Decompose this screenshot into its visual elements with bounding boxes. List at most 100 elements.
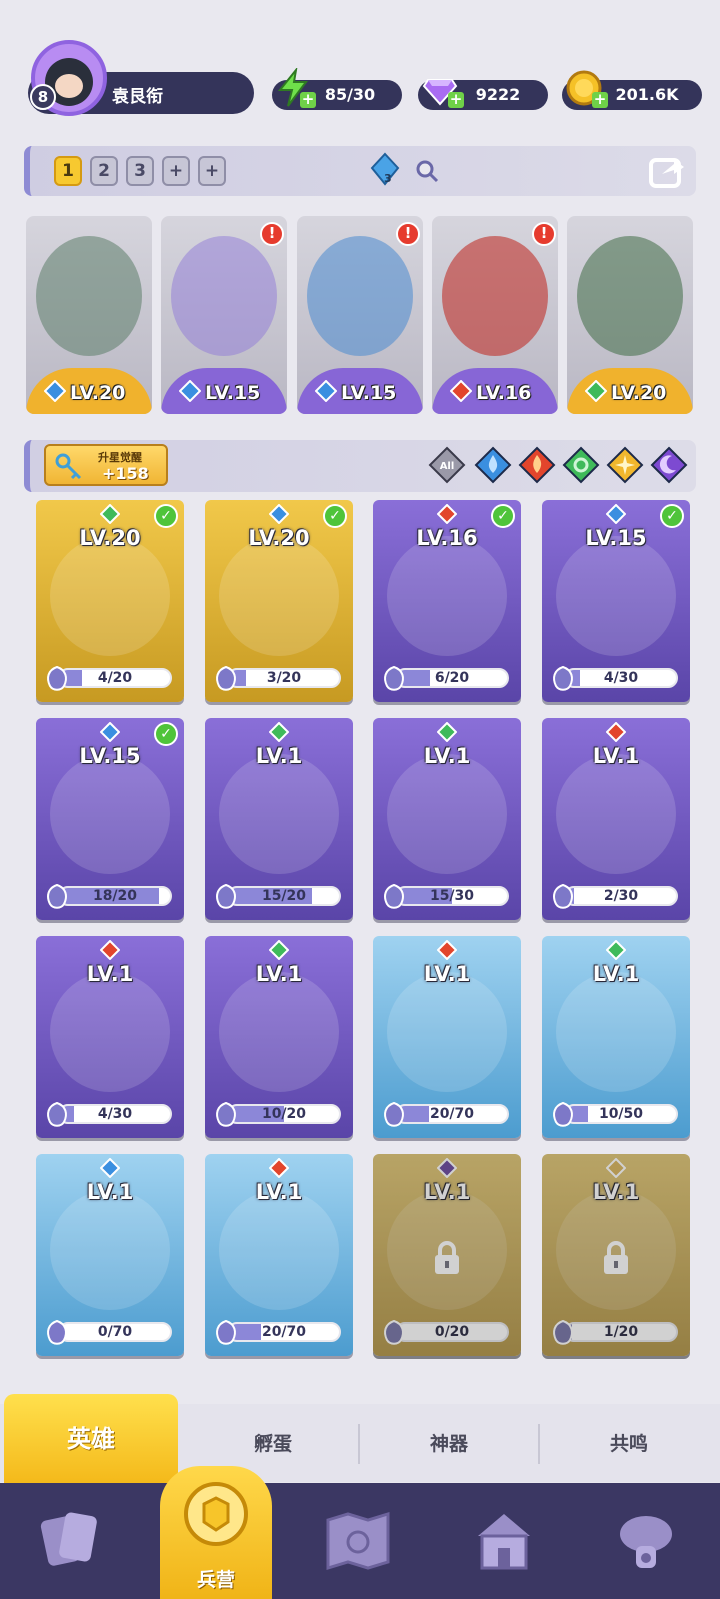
team-hero-card[interactable]: LV.16	[432, 216, 558, 414]
add-energy-button[interactable]: +	[300, 92, 316, 108]
tab-hatch[interactable]: 孵蛋	[186, 1420, 360, 1468]
hero-card[interactable]: LV.16 ✓ 6/20	[373, 500, 521, 702]
hero-portrait	[556, 972, 676, 1092]
soul-shard-icon	[47, 883, 67, 909]
key-icon	[55, 453, 82, 480]
hero-level: LV.20	[79, 526, 141, 550]
hero-portrait	[442, 236, 548, 356]
hero-level: LV.1	[423, 962, 471, 986]
nav-cards-icon[interactable]	[30, 1500, 110, 1580]
filter-all-button[interactable]: All	[428, 446, 466, 484]
add-gems-button[interactable]: +	[448, 92, 464, 108]
team-hero-card[interactable]: LV.20	[26, 216, 152, 414]
hero-card[interactable]: LV.1 4/30	[36, 936, 184, 1138]
soul-shard-icon	[216, 665, 236, 691]
hero-level: LV.1	[255, 744, 303, 768]
hero-card[interactable]: LV.15 ✓ 18/20	[36, 718, 184, 920]
star-up-button[interactable]: 升星觉醒 +158	[44, 444, 168, 486]
team-bar	[24, 146, 696, 196]
shard-progress-bar: 15/20	[227, 886, 341, 906]
filter-water-icon[interactable]	[474, 446, 512, 484]
team-tab-3[interactable]: 3	[126, 156, 154, 186]
wind-element-icon	[437, 722, 457, 742]
filter-wind-icon[interactable]	[562, 446, 600, 484]
team-hero-card[interactable]: LV.20	[567, 216, 693, 414]
hero-portrait	[36, 236, 142, 356]
tab-resonance[interactable]: 共鸣	[542, 1420, 716, 1468]
shard-progress-bar: 20/70	[395, 1104, 509, 1124]
add-team-button[interactable]: +	[198, 156, 226, 186]
hero-card[interactable]: LV.1 20/70	[205, 1154, 353, 1356]
dark-element-icon	[437, 1158, 457, 1178]
shard-progress-bar: 4/30	[564, 668, 678, 688]
hero-card[interactable]: LV.1 20/70	[373, 936, 521, 1138]
hero-level: LV.1	[255, 962, 303, 986]
nav-guild-icon[interactable]	[606, 1500, 686, 1580]
lock-icon	[435, 1241, 459, 1274]
hero-card[interactable]: LV.20 ✓ 3/20	[205, 500, 353, 702]
hero-portrait	[50, 972, 170, 1092]
soul-shard-icon	[384, 883, 404, 909]
hero-card[interactable]: LV.1 1/20	[542, 1154, 690, 1356]
hero-level: LV.15	[79, 744, 141, 768]
hero-level: LV.20	[611, 382, 667, 404]
team-hero-card[interactable]: LV.15	[297, 216, 423, 414]
tab-divider	[538, 1424, 540, 1464]
shard-progress-bar: 4/20	[58, 668, 172, 688]
soul-shard-icon	[384, 1319, 404, 1345]
soul-shard-icon	[384, 1101, 404, 1127]
hero-portrait	[387, 536, 507, 656]
hero-card[interactable]: LV.1 0/20	[373, 1154, 521, 1356]
hero-card[interactable]: LV.15 ✓ 4/30	[542, 500, 690, 702]
tab-artifacts[interactable]: 神器	[362, 1420, 536, 1468]
hero-card[interactable]: LV.1 0/70	[36, 1154, 184, 1356]
magnifier-icon[interactable]	[414, 158, 440, 184]
soul-shard-icon	[553, 1101, 573, 1127]
shard-progress-bar: 10/20	[227, 1104, 341, 1124]
filter-fire-icon[interactable]	[518, 446, 556, 484]
shard-progress-text: 4/30	[97, 1106, 133, 1122]
soul-shard-icon	[553, 665, 573, 691]
shard-progress-text: 0/20	[434, 1324, 470, 1340]
soul-shard-icon	[216, 1101, 236, 1127]
wind-element-icon	[100, 504, 120, 524]
fire-element-icon	[437, 504, 457, 524]
add-team-button[interactable]: +	[162, 156, 190, 186]
hero-level: LV.1	[423, 1180, 471, 1204]
nav-shop-icon[interactable]	[464, 1500, 544, 1580]
hero-level: LV.1	[255, 1180, 303, 1204]
shard-progress-bar: 0/20	[395, 1322, 509, 1342]
hero-card[interactable]: LV.1 10/50	[542, 936, 690, 1138]
shard-progress-text: 6/20	[434, 670, 470, 686]
hero-portrait	[556, 754, 676, 874]
nav-barracks-label: 兵营	[196, 1569, 235, 1591]
filter-dark-icon[interactable]	[650, 446, 688, 484]
soul-shard-icon	[553, 883, 573, 909]
shard-progress-text: 2/30	[603, 888, 639, 904]
avatar-face	[55, 74, 83, 98]
hero-portrait	[219, 536, 339, 656]
hero-card[interactable]: LV.1 2/30	[542, 718, 690, 920]
hero-card[interactable]: LV.1 15/30	[373, 718, 521, 920]
share-icon[interactable]	[648, 152, 686, 190]
add-coins-button[interactable]: +	[592, 92, 608, 108]
hero-card[interactable]: LV.1 15/20	[205, 718, 353, 920]
tab-heroes[interactable]: 英雄	[4, 1394, 178, 1484]
hero-card[interactable]: LV.1 10/20	[205, 936, 353, 1138]
team-tab-1[interactable]: 1	[54, 156, 82, 186]
team-element-count: 3	[384, 172, 392, 185]
shard-progress-text: 4/20	[97, 670, 133, 686]
hero-level: LV.1	[592, 744, 640, 768]
fire-element-icon	[450, 380, 472, 402]
team-hero-card[interactable]: LV.15	[161, 216, 287, 414]
shard-progress-text: 1/20	[603, 1324, 639, 1340]
hero-level: LV.1	[592, 1180, 640, 1204]
filter-light-icon[interactable]	[606, 446, 644, 484]
team-tab-2[interactable]: 2	[90, 156, 118, 186]
nav-map-icon[interactable]	[318, 1500, 398, 1580]
hero-portrait	[387, 972, 507, 1092]
hero-portrait	[219, 972, 339, 1092]
shard-progress-bar: 20/70	[227, 1322, 341, 1342]
hero-card[interactable]: LV.20 ✓ 4/20	[36, 500, 184, 702]
hero-level: LV.15	[205, 382, 261, 404]
